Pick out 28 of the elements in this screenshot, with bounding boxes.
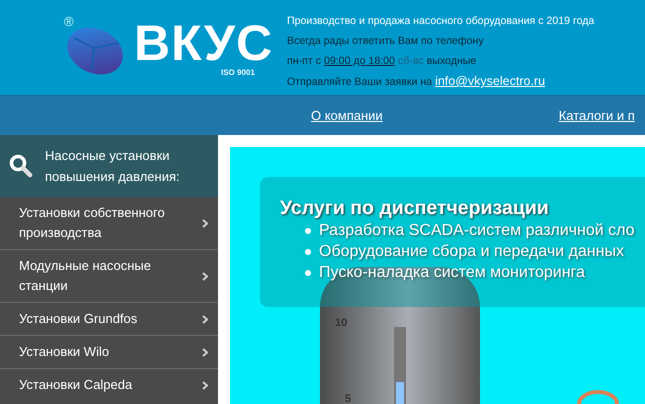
chevron-icon — [202, 218, 208, 228]
sidebar-item[interactable]: Установки Wilo — [0, 335, 218, 368]
hours-link[interactable]: 09:00 до 18:00 — [324, 55, 395, 67]
chevron-icon — [202, 380, 208, 390]
nav-link[interactable]: Каталоги и п — [558, 108, 635, 123]
chevron-icon — [202, 348, 208, 356]
sidebar-item[interactable]: Установки Calpeda — [0, 368, 218, 401]
weekend-note: выходные — [426, 55, 476, 67]
chevron-icon — [202, 272, 208, 280]
banner-bullet: Разработка SCADA-систем различной сло — [280, 220, 645, 241]
certification-label: ISO 9001 — [221, 68, 255, 77]
phone-text: Всегда рады ответить Вам по телефону — [287, 34, 485, 49]
search-icon — [9, 154, 33, 178]
weekend-text: сб-вс — [398, 55, 424, 67]
banner-title: Услуги по диспетчеризации — [280, 197, 550, 220]
banner-bullet: Пуско-наладка систем мониторинга — [280, 262, 645, 283]
sidebar-item[interactable]: Модульные насосные станции — [0, 249, 218, 302]
chevron-icon — [202, 314, 208, 324]
registered-mark: ® — [64, 14, 74, 29]
hours-text: пн-пт с — [287, 55, 321, 67]
banner-bullet: Оборудование сбора и передачи данных — [280, 241, 645, 262]
gauge-drawing — [576, 390, 620, 404]
sidebar-title: Насосные установки повышения давления: — [45, 147, 181, 186]
tagline: Производство и продажа насосного оборудования с 2019 года — [287, 14, 594, 29]
sidebar-item[interactable]: Установки собственного производства — [0, 197, 218, 249]
sidebar-item[interactable]: Установки Grundfos — [0, 302, 218, 335]
email-prompt: Отправляйте Ваши заявки на — [287, 76, 432, 88]
nav-link[interactable]: О компании — [311, 108, 383, 123]
